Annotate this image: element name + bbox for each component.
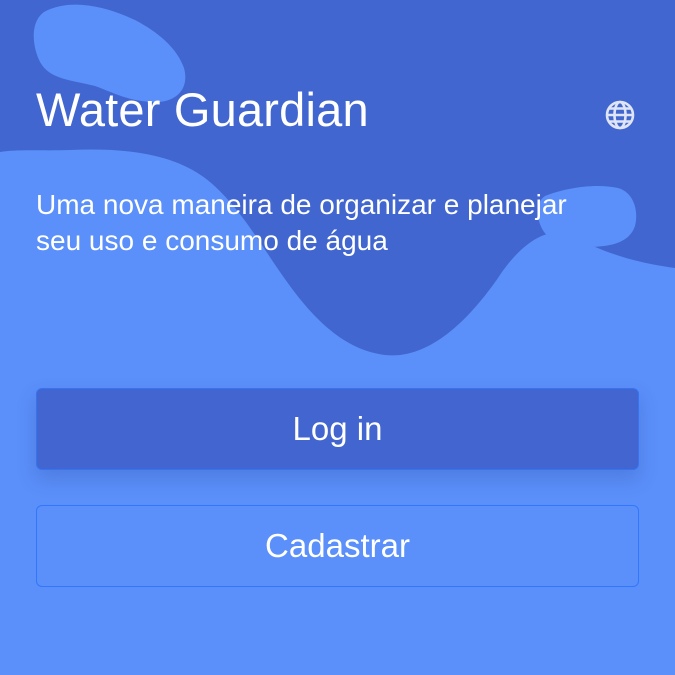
signup-button[interactable]: Cadastrar: [36, 505, 639, 587]
login-button[interactable]: Log in: [36, 388, 639, 470]
language-button[interactable]: [603, 98, 637, 132]
welcome-screen: Water Guardian Uma nova maneira de organ…: [0, 0, 675, 675]
app-title: Water Guardian: [36, 83, 369, 136]
tagline: Uma nova maneira de organizar e planejar…: [36, 189, 567, 256]
globe-icon: [605, 100, 635, 130]
